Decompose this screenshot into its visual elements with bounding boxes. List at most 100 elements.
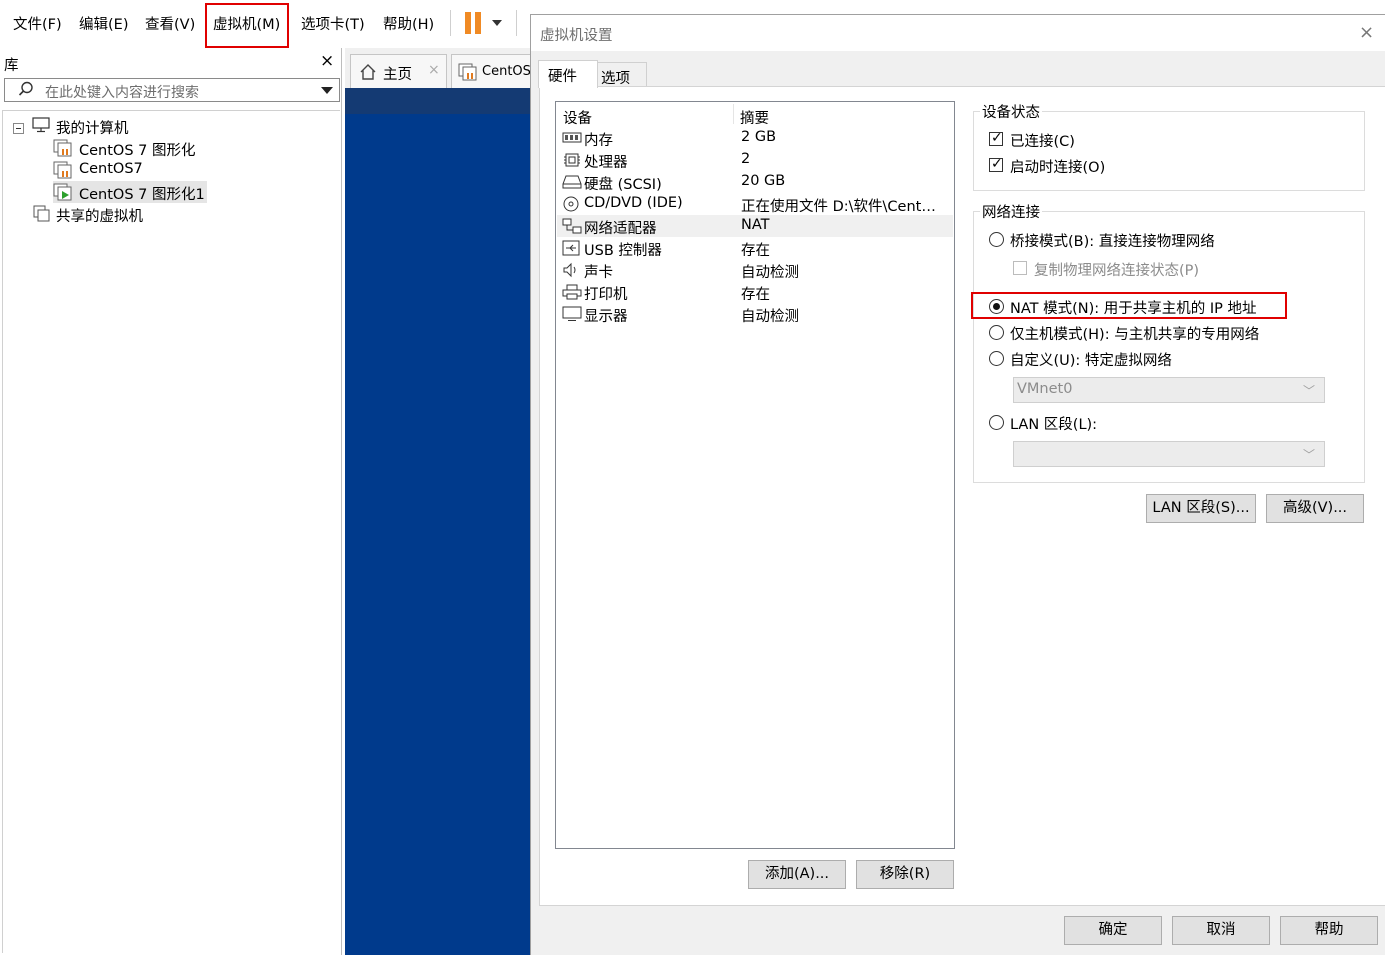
custom-label: 自定义(U): 特定虚拟网络: [1010, 353, 1172, 369]
tab-home[interactable]: 主页 ×: [350, 54, 447, 88]
dialog-titlebar: 虚拟机设置 ×: [531, 15, 1385, 51]
device-row-sound[interactable]: 声卡 自动检测: [557, 259, 953, 281]
device-name: 网络适配器: [584, 221, 657, 237]
vm-stopped-icon: [458, 63, 478, 85]
dialog-tabs: 硬件 选项: [531, 51, 1385, 88]
device-row-display[interactable]: 显示器 自动检测: [557, 303, 953, 325]
search-input[interactable]: 在此处键入内容进行搜索: [45, 82, 199, 102]
library-tree: 我的计算机 CentOS 7 图形化 CentOS7 CentOS 7 图形化1…: [2, 110, 340, 953]
device-name: 处理器: [584, 155, 628, 171]
tree-my-computer[interactable]: 我的计算机: [3, 115, 333, 137]
vm-display-band: [345, 88, 530, 114]
home-icon: [359, 63, 377, 85]
library-title: 库: [4, 58, 19, 74]
device-summary: 自动检测: [741, 265, 799, 281]
col-summary-header[interactable]: 摘要: [740, 107, 769, 128]
library-close-button[interactable]: ×: [320, 51, 334, 71]
tree-vm-item-selected[interactable]: CentOS 7 图形化1: [53, 181, 207, 203]
tab-vm[interactable]: CentOS: [451, 54, 531, 88]
lan-segments-button[interactable]: LAN 区段(S)...: [1146, 494, 1256, 523]
tab-options[interactable]: 选项: [597, 62, 647, 88]
device-summary: 自动检测: [741, 309, 799, 325]
device-row-printer[interactable]: 打印机 存在: [557, 281, 953, 303]
device-summary: 正在使用文件 D:\软件\CentOS-7-x86_64-DVD.iso: [741, 199, 946, 215]
tree-label: CentOS7: [79, 161, 143, 177]
memory-icon: [562, 130, 582, 150]
device-summary: 存在: [741, 287, 770, 303]
remove-device-button[interactable]: 移除(R): [856, 860, 954, 889]
tab-home-label: 主页: [383, 67, 412, 83]
ok-button[interactable]: 确定: [1064, 916, 1162, 945]
toolbar-separator: [450, 10, 451, 36]
custom-network-value: VMnet0: [1017, 381, 1073, 397]
device-row-network-adapter[interactable]: 网络适配器 NAT: [557, 215, 953, 237]
processor-icon: [562, 152, 582, 172]
toolbar-separator: [516, 10, 517, 36]
dialog-close-button[interactable]: ×: [1359, 22, 1374, 43]
search-dropdown-icon[interactable]: [321, 87, 333, 94]
device-row-cd-dvd[interactable]: CD/DVD (IDE) 正在使用文件 D:\软件\CentOS-7-x86_6…: [557, 193, 953, 215]
chevron-down-icon: ﹀: [1302, 448, 1315, 462]
tree-shared-vms[interactable]: 共享的虚拟机: [31, 203, 191, 225]
device-name: USB 控制器: [584, 243, 662, 259]
menu-file[interactable]: 文件(F): [13, 13, 62, 34]
chevron-down-icon: ﹀: [1302, 384, 1315, 398]
add-device-button[interactable]: 添加(A)...: [748, 860, 846, 889]
menu-view[interactable]: 查看(V): [145, 13, 195, 34]
device-row-processor[interactable]: 处理器 2: [557, 149, 953, 171]
lan-segment-select[interactable]: ﹀: [1013, 441, 1325, 467]
tab-strip: 主页 × CentOS: [345, 48, 531, 88]
device-name: 打印机: [584, 287, 628, 303]
vm-menu-highlight: [205, 3, 289, 48]
tree-label: 共享的虚拟机: [56, 209, 143, 225]
collapse-icon[interactable]: [13, 123, 24, 134]
tab-home-close-button[interactable]: ×: [428, 62, 440, 78]
cancel-button[interactable]: 取消: [1172, 916, 1270, 945]
pause-dropdown-icon[interactable]: [492, 20, 502, 26]
column-separator: [733, 104, 734, 124]
device-summary: 2: [741, 151, 751, 167]
device-name: 声卡: [584, 265, 613, 281]
replicate-state-label: 复制物理网络连接状态(P): [1034, 263, 1200, 279]
bridged-label: 桥接模式(B): 直接连接物理网络: [1010, 234, 1215, 250]
menu-tabs[interactable]: 选项卡(T): [301, 13, 365, 34]
help-button[interactable]: 帮助: [1280, 916, 1378, 945]
nat-highlight-box: [971, 292, 1287, 319]
tree-label: CentOS 7 图形化: [79, 143, 196, 159]
device-status-group: [973, 111, 1365, 191]
device-row-memory[interactable]: 内存 2 GB: [557, 127, 953, 149]
cd-dvd-icon: [562, 196, 582, 216]
tree-label: 我的计算机: [56, 121, 129, 137]
hard-disk-icon: [562, 174, 582, 194]
device-name: 硬盘 (SCSI): [584, 177, 662, 193]
library-panel: 库 × 在此处键入内容进行搜索 我的计算机 CentOS 7 图形化 CentO…: [0, 48, 342, 955]
device-summary: NAT: [741, 217, 770, 233]
tab-hardware-label: 硬件: [548, 69, 577, 85]
device-name: 显示器: [584, 309, 628, 325]
vm-stopped-icon: [53, 139, 73, 161]
menu-edit[interactable]: 编辑(E): [79, 13, 128, 34]
device-summary: 存在: [741, 243, 770, 259]
device-row-usb[interactable]: USB 控制器 存在: [557, 237, 953, 259]
vm-display-area[interactable]: [345, 88, 530, 955]
device-summary: 20 GB: [741, 173, 786, 189]
device-row-hard-disk[interactable]: 硬盘 (SCSI) 20 GB: [557, 171, 953, 193]
custom-network-select[interactable]: VMnet0 ﹀: [1013, 377, 1325, 403]
speaker-icon: [562, 262, 582, 282]
device-status-title: 设备状态: [980, 101, 1042, 122]
vm-stopped-icon: [53, 161, 73, 183]
lan-segment-label: LAN 区段(L):: [1010, 417, 1098, 433]
shared-vm-icon: [33, 205, 51, 227]
device-summary: 2 GB: [741, 129, 777, 145]
tree-vm-item[interactable]: CentOS 7 图形化: [53, 137, 213, 159]
menu-help[interactable]: 帮助(H): [383, 13, 434, 34]
tab-hardware[interactable]: 硬件: [538, 60, 598, 88]
tree-vm-item[interactable]: CentOS7: [53, 159, 213, 181]
advanced-button[interactable]: 高级(V)...: [1266, 494, 1364, 523]
computer-icon: [32, 117, 50, 137]
network-connection-title: 网络连接: [980, 201, 1042, 222]
col-device-header[interactable]: 设备: [563, 107, 592, 128]
library-search[interactable]: 在此处键入内容进行搜索: [4, 78, 340, 102]
usb-icon: [562, 240, 582, 260]
connect-on-power-label: 启动时连接(O): [1010, 160, 1106, 176]
